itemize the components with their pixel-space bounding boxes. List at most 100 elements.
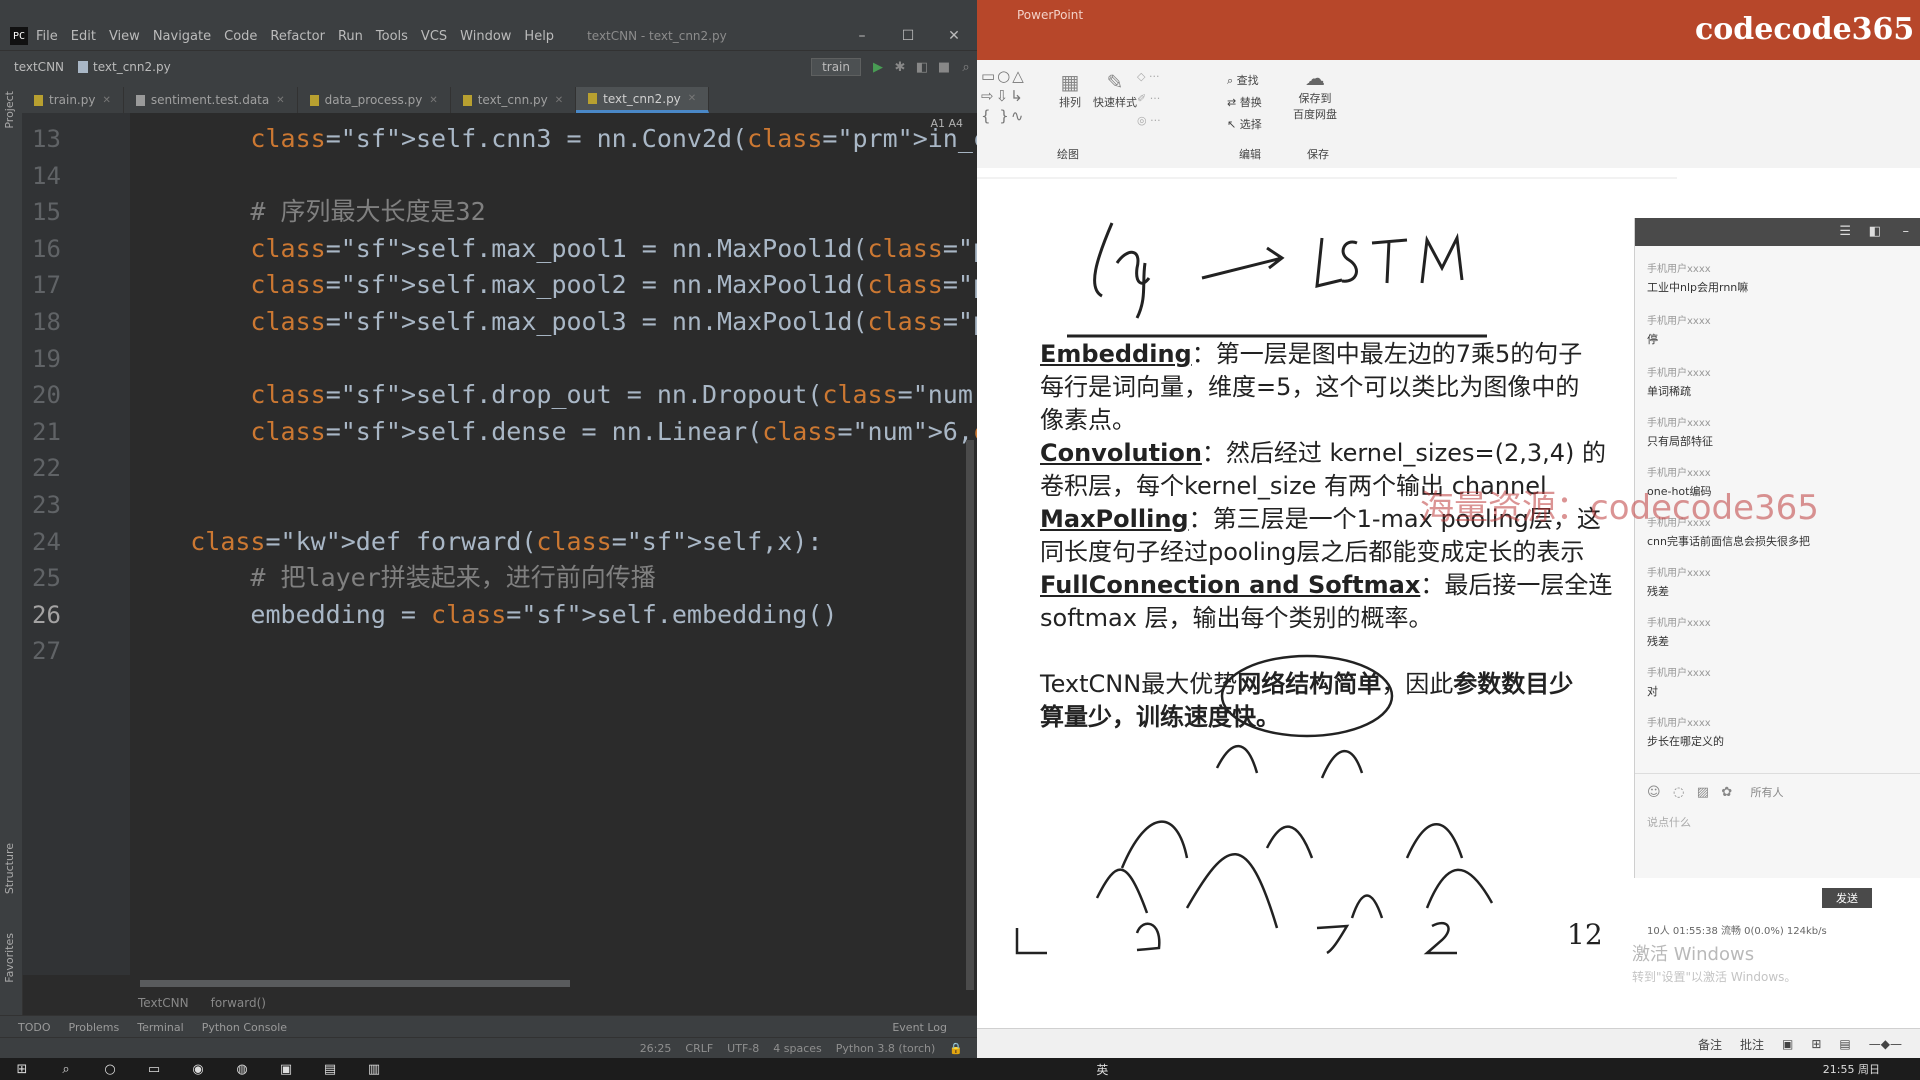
image-icon[interactable]: ▨ [1697, 785, 1709, 800]
normal-view-icon[interactable]: ▣ [1782, 1037, 1793, 1051]
flower-icon[interactable]: ✿ [1721, 785, 1732, 800]
reading-view-icon[interactable]: ▤ [1839, 1037, 1850, 1051]
term-fullconnection: FullConnection and Softmax [1040, 571, 1421, 599]
coverage-icon[interactable]: ◧ [911, 60, 933, 75]
menu-navigate[interactable]: Navigate [153, 29, 211, 44]
indent-setting[interactable]: 4 spaces [773, 1042, 822, 1055]
quick-styles-button[interactable]: ✎ 快速样式 [1093, 70, 1137, 110]
task-view-icon[interactable]: ▭ [132, 1058, 176, 1080]
shape-format-buttons[interactable]: ◇ ··· ✐ ··· ◎ ··· [1137, 66, 1161, 132]
breadcrumb-method[interactable]: forward() [211, 996, 266, 1010]
emoji-icon[interactable]: ☺ [1647, 785, 1661, 800]
close-tab-icon[interactable]: ✕ [555, 95, 563, 106]
terminal-tool-button[interactable]: Terminal [137, 1021, 184, 1034]
close-icon[interactable]: ✕ [931, 22, 977, 50]
line-separator[interactable]: CRLF [685, 1042, 713, 1055]
python-interpreter[interactable]: Python 3.8 (torch) [836, 1042, 936, 1055]
tab-data-process[interactable]: data_process.py ✕ [298, 87, 451, 113]
shapes-gallery[interactable]: ▭○△ ⇨⇩↳{ }∿ [981, 66, 1051, 162]
structure-tool-tab[interactable]: Structure [3, 843, 16, 894]
chat-message: 手机用户xxxx 残差 [1647, 564, 1711, 599]
run-icon[interactable]: ▶ [867, 60, 889, 75]
summary-text: ，因此 [1381, 670, 1454, 698]
todo-tool-button[interactable]: TODO [18, 1021, 51, 1034]
zoom-slider[interactable]: —◆— [1869, 1037, 1902, 1051]
browser-icon[interactable]: ◉ [176, 1058, 220, 1080]
editor-vertical-scrollbar[interactable] [966, 440, 974, 1000]
notes-button[interactable]: 备注 [1698, 1036, 1722, 1053]
comments-button[interactable]: 批注 [1740, 1036, 1764, 1053]
nav-file[interactable]: text_cnn2.py [78, 60, 171, 74]
slide-bullet-fullconnection: FullConnection and Softmax：最后接一层全连 [1040, 569, 1612, 602]
minimize-icon[interactable]: – [839, 22, 885, 50]
event-log-button[interactable]: Event Log [892, 1021, 947, 1034]
favorites-tool-tab[interactable]: Favorites [3, 933, 16, 983]
line-number[interactable]: 27 [32, 629, 92, 673]
start-icon[interactable]: ⊞ [0, 1058, 44, 1080]
restore-icon[interactable]: ◧ [1869, 224, 1881, 239]
nav-project[interactable]: textCNN [14, 60, 64, 74]
minimize-icon[interactable]: – [1903, 224, 1910, 239]
find-button[interactable]: ⌕ 查找 [1227, 72, 1259, 88]
send-button[interactable]: 发送 [1822, 888, 1872, 908]
file-encoding[interactable]: UTF-8 [727, 1042, 759, 1055]
menu-run[interactable]: Run [338, 29, 363, 44]
close-tab-icon[interactable]: ✕ [102, 95, 110, 106]
caret-position[interactable]: 26:25 [640, 1042, 672, 1055]
run-config-select[interactable]: train [811, 58, 861, 76]
tab-text-cnn2[interactable]: text_cnn2.py ✕ [576, 87, 710, 113]
system-clock[interactable]: 21:55 周日 [1823, 1061, 1880, 1077]
recipient-select[interactable]: 所有人 [1750, 786, 1783, 799]
arrange-button[interactable]: ▦ 排列 [1059, 70, 1081, 110]
search-icon[interactable]: ⌕ [44, 1058, 88, 1080]
menu-vcs[interactable]: VCS [421, 29, 447, 44]
slide-line: 同长度句子经过pooling层之后都能变成定长的表示 [1040, 538, 1585, 566]
menu-tools[interactable]: Tools [376, 29, 408, 44]
maximize-icon[interactable]: ☐ [885, 22, 931, 50]
select-button[interactable]: ↖ 选择 [1227, 116, 1262, 132]
search-icon[interactable]: ⌕ [955, 60, 977, 75]
tab-train[interactable]: train.py ✕ [22, 87, 124, 113]
input-language[interactable]: 英 [1096, 1061, 1108, 1078]
menu-icon[interactable]: ☰ [1839, 224, 1851, 239]
breadcrumb-class[interactable]: TextCNN [138, 996, 189, 1010]
watermark-logo: codecode365 [1695, 12, 1915, 47]
bubble-icon[interactable]: ◌ [1673, 785, 1684, 800]
code-line[interactable] [130, 629, 977, 673]
tab-text-cnn[interactable]: text_cnn.py ✕ [451, 87, 577, 113]
pycharm-taskbar-icon[interactable]: ▣ [264, 1058, 308, 1080]
close-tab-icon[interactable]: ✕ [276, 95, 284, 106]
replace-button[interactable]: ⇄ 替换 [1227, 94, 1262, 110]
lock-icon[interactable]: 🔒 [949, 1042, 963, 1055]
stop-icon[interactable]: ■ [933, 60, 955, 75]
folder-icon[interactable]: ▥ [352, 1058, 396, 1080]
save-to-baidu-button[interactable]: ☁ 保存到 百度网盘 [1293, 66, 1337, 122]
menu-help[interactable]: Help [524, 29, 554, 44]
python-file-icon [588, 93, 598, 104]
menu-edit[interactable]: Edit [71, 29, 96, 44]
chat-meta: 手机用户xxxx [1647, 368, 1711, 379]
debug-icon[interactable]: ✱ [889, 60, 911, 75]
menu-file[interactable]: File [36, 29, 58, 44]
close-tab-icon[interactable]: ✕ [429, 95, 437, 106]
tab-sentiment-test-data[interactable]: sentiment.test.data ✕ [124, 87, 298, 113]
close-tab-icon[interactable]: ✕ [688, 93, 696, 104]
editor-horizontal-scrollbar[interactable] [140, 980, 570, 987]
code-breadcrumb: TextCNN forward() [130, 990, 977, 1015]
menu-code[interactable]: Code [224, 29, 257, 44]
cortana-icon[interactable]: ○ [88, 1058, 132, 1080]
python-console-tool-button[interactable]: Python Console [202, 1021, 287, 1034]
editing-group-label: 编辑 [1239, 148, 1261, 161]
powerpoint-taskbar-icon[interactable]: ▤ [308, 1058, 352, 1080]
menu-window[interactable]: Window [460, 29, 511, 44]
project-tool-tab[interactable]: Project [3, 91, 16, 129]
summary-emphasis: 参数数目少 [1453, 670, 1574, 698]
menu-view[interactable]: View [109, 29, 140, 44]
chat-input[interactable]: 说点什么 [1647, 814, 1691, 830]
menu-refactor[interactable]: Refactor [270, 29, 325, 44]
save-group-label: 保存 [1307, 148, 1329, 161]
slide-sorter-icon[interactable]: ⊞ [1811, 1037, 1821, 1051]
problems-tool-button[interactable]: Problems [69, 1021, 120, 1034]
code-editor[interactable]: A1 A4 class="sf">self.cnn3 = nn.Conv2d(c… [130, 113, 977, 975]
app-icon[interactable]: ◍ [220, 1058, 264, 1080]
